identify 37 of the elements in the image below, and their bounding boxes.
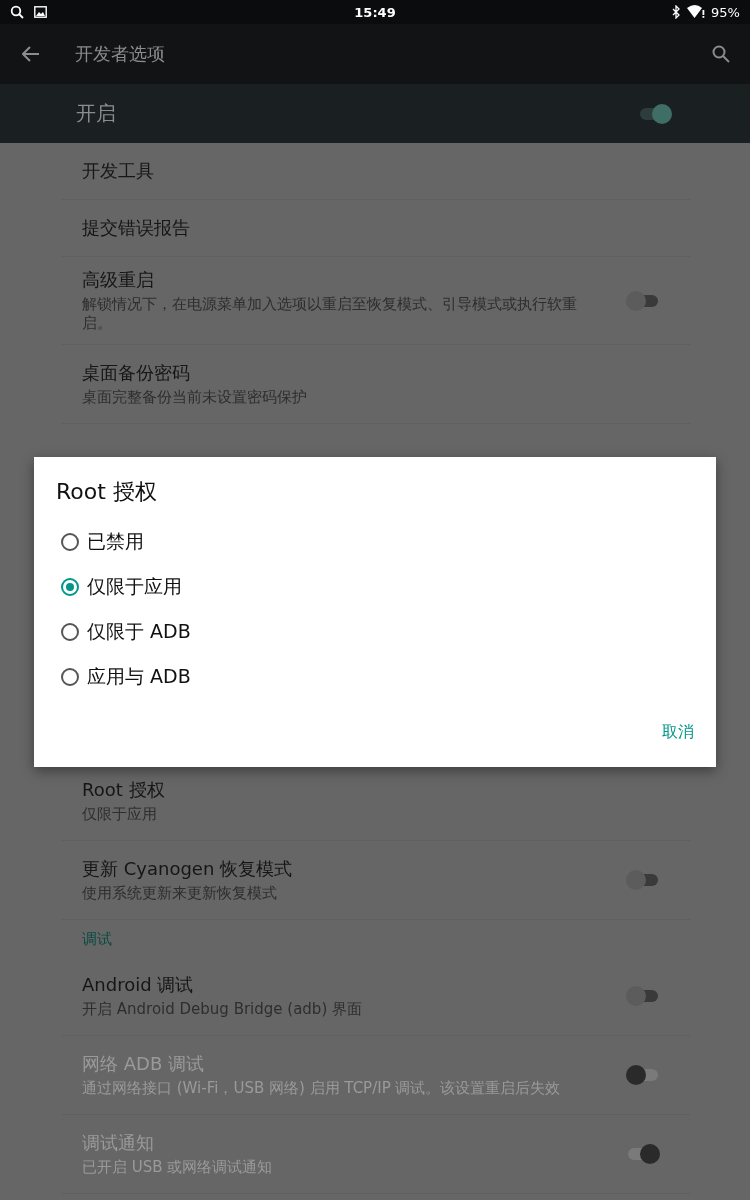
radio-button[interactable]	[61, 622, 79, 641]
status-time: 15:49	[354, 4, 396, 20]
radio-option[interactable]: 已禁用	[56, 519, 694, 564]
toggle-switch[interactable]	[626, 870, 660, 890]
setting-title[interactable]: 更新 Cyanogen 恢复模式	[82, 857, 606, 881]
search-icon[interactable]	[712, 45, 730, 63]
setting-summary: 仅限于应用	[82, 805, 158, 824]
setting-title[interactable]: 高级重启	[82, 268, 606, 292]
radio-option[interactable]: 应用与 ADB	[56, 654, 694, 699]
setting-title[interactable]: 提交错误报告	[82, 216, 670, 240]
option-label: 仅限于应用	[87, 573, 182, 599]
setting-title[interactable]: Android 调试	[82, 973, 606, 997]
setting-title[interactable]: 开发工具	[82, 159, 670, 183]
cancel-button[interactable]: 取消	[662, 718, 694, 747]
setting-title[interactable]: Root 授权	[82, 778, 670, 802]
master-switch[interactable]	[638, 103, 672, 124]
radio-option[interactable]: 仅限于应用	[56, 564, 694, 609]
category-header: 调试	[81, 929, 113, 950]
radio-option[interactable]: 仅限于 ADB	[56, 609, 694, 654]
option-label: 应用与 ADB	[87, 663, 191, 689]
back-arrow-icon[interactable]	[22, 46, 40, 62]
radio-button[interactable]	[61, 532, 79, 551]
bluetooth-icon	[672, 5, 682, 19]
screen-title: 开发者选项	[75, 42, 166, 66]
battery-level: 95%	[711, 4, 740, 20]
option-label: 仅限于 ADB	[87, 618, 191, 644]
wifi-icon	[687, 5, 706, 19]
search-icon	[10, 5, 24, 19]
image-icon	[34, 6, 47, 18]
dialog-title: Root 授权	[56, 478, 158, 506]
toggle-switch[interactable]	[626, 986, 660, 1006]
radio-button[interactable]	[61, 667, 79, 686]
master-switch-label: 开启	[76, 100, 116, 127]
radio-button[interactable]	[61, 577, 79, 596]
toggle-switch[interactable]	[626, 290, 660, 311]
option-label: 已禁用	[87, 528, 144, 554]
setting-title[interactable]: 桌面备份密码	[82, 361, 670, 385]
